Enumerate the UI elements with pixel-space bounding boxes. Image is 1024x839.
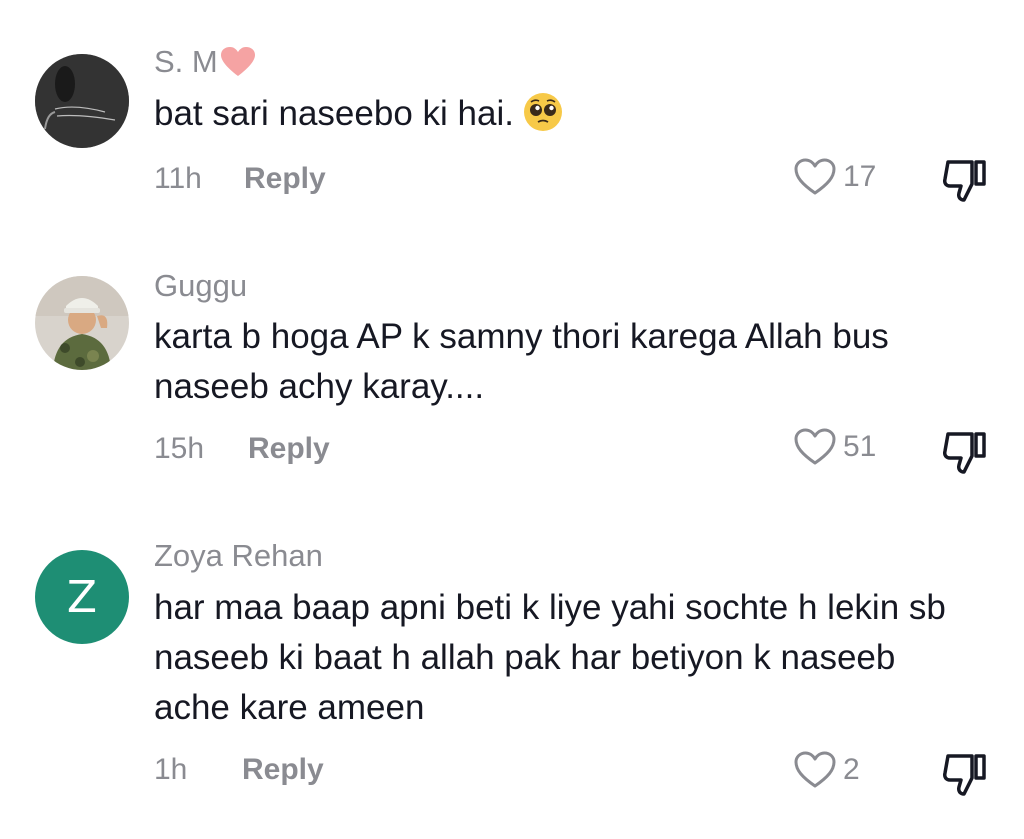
reply-button[interactable]: Reply (242, 753, 324, 787)
comment-username[interactable]: Zoya Rehan (154, 538, 323, 574)
heart-outline-icon (794, 751, 836, 788)
pleading-face-emoji-icon (522, 91, 564, 133)
reply-button[interactable]: Reply (248, 432, 330, 466)
comment-username[interactable]: Guggu (154, 268, 247, 304)
comment-meta: 15h Reply (154, 432, 330, 466)
avatar-letter: Z (66, 571, 98, 623)
comment-text: har maa baap apni beti k liye yahi socht… (154, 588, 946, 727)
thumbs-down-icon[interactable] (940, 156, 990, 204)
comment-meta: 1h Reply (154, 753, 324, 787)
comment-timestamp: 1h (154, 753, 188, 786)
comment-username[interactable]: S. M (154, 44, 256, 80)
comment-text: karta b hoga AP k samny thori karega All… (154, 317, 889, 406)
avatar[interactable]: Z (35, 550, 129, 644)
username-text: S. M (154, 44, 218, 79)
comment-timestamp: 15h (154, 432, 205, 465)
comment-meta: 11h Reply (154, 162, 326, 196)
thumbs-down-icon[interactable] (940, 750, 990, 798)
comment-text-content: bat sari naseebo ki hai. (154, 94, 514, 133)
comment-item: Z Zoya Rehan har maa baap apni beti k li… (0, 500, 1024, 839)
heart-outline-icon (794, 158, 836, 195)
reply-button[interactable]: Reply (244, 162, 326, 196)
heart-emoji-icon (220, 47, 255, 76)
avatar-image (35, 54, 129, 148)
like-count: 2 (843, 753, 860, 786)
like-button[interactable]: 2 (793, 750, 860, 790)
avatar[interactable] (35, 276, 129, 370)
like-count: 51 (843, 430, 877, 463)
avatar[interactable] (35, 54, 129, 148)
like-count: 17 (843, 160, 877, 193)
heart-outline-icon (794, 428, 836, 465)
username-text: Zoya Rehan (154, 538, 323, 573)
comment-timestamp: 11h (154, 162, 202, 195)
comment-item: Guggu karta b hoga AP k samny thori kare… (0, 230, 1024, 500)
thumbs-down-icon[interactable] (940, 428, 990, 476)
comment-item: S. M bat sari naseebo ki hai. 11h Reply … (0, 0, 1024, 230)
username-text: Guggu (154, 268, 248, 303)
like-button[interactable]: 51 (793, 427, 876, 467)
comment-text: bat sari naseebo ki hai. (154, 89, 999, 139)
avatar-image (35, 276, 129, 370)
like-button[interactable]: 17 (793, 157, 876, 197)
